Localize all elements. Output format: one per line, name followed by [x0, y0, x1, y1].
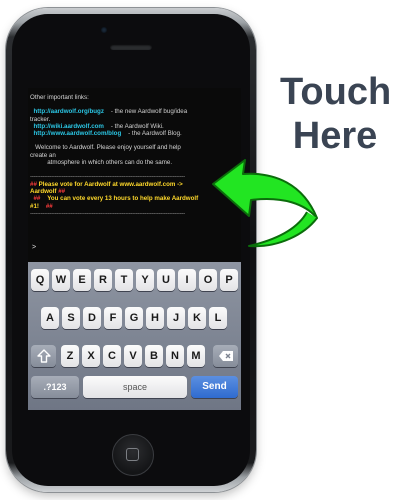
key-d[interactable]: D: [83, 307, 101, 329]
numbers-key[interactable]: .?123: [31, 376, 79, 398]
link-line: http://wiki.aardwolf.com - the Aardwolf …: [30, 123, 239, 130]
key-n[interactable]: N: [166, 345, 184, 367]
key-f[interactable]: F: [104, 307, 122, 329]
vote-text: #1!: [30, 202, 39, 210]
link-line: http://aardwolf.org/bugz - the new Aardw…: [30, 108, 239, 115]
link-line: http://www.aardwolf.com/blog - the Aardw…: [30, 130, 239, 137]
key-r[interactable]: R: [94, 269, 112, 291]
key-p[interactable]: P: [220, 269, 238, 291]
key-z[interactable]: Z: [61, 345, 79, 367]
key-w[interactable]: W: [52, 269, 70, 291]
touch-here-callout: Touch Here: [280, 70, 392, 158]
backspace-icon: [218, 351, 233, 361]
shift-key[interactable]: [31, 345, 56, 367]
terminal-link[interactable]: http://www.aardwolf.com/blog: [33, 130, 121, 137]
key-j[interactable]: J: [167, 307, 185, 329]
terminal-link[interactable]: http://aardwolf.org/bugz: [33, 108, 103, 115]
shift-arrow-icon: [36, 349, 51, 363]
vote-marks: ##: [30, 180, 37, 188]
key-t[interactable]: T: [115, 269, 133, 291]
key-s[interactable]: S: [62, 307, 80, 329]
onscreen-keyboard: QWERTYUIOP ASDFGHJKL ZXCVBNM .?123 space…: [28, 262, 241, 410]
key-o[interactable]: O: [199, 269, 217, 291]
front-camera-icon: [101, 27, 107, 33]
key-l[interactable]: L: [209, 307, 227, 329]
key-u[interactable]: U: [157, 269, 175, 291]
key-c[interactable]: C: [103, 345, 121, 367]
key-i[interactable]: I: [178, 269, 196, 291]
vote-text: You can vote every 13 hours to help make…: [47, 195, 199, 203]
delete-key[interactable]: [213, 345, 238, 367]
green-curved-arrow-icon: [212, 159, 318, 248]
link-description: - the new Aardwolf bug/idea: [110, 108, 188, 116]
terminal-text-line: Other important links:: [30, 94, 89, 101]
terminal-link[interactable]: http://wiki.aardwolf.com: [33, 123, 103, 130]
key-y[interactable]: Y: [136, 269, 154, 291]
home-square-icon: [126, 448, 139, 461]
key-e[interactable]: E: [73, 269, 91, 291]
key-a[interactable]: A: [41, 307, 59, 329]
space-key[interactable]: space: [83, 376, 187, 398]
touch-label-line1: Touch: [280, 71, 392, 113]
key-q[interactable]: Q: [31, 269, 49, 291]
key-b[interactable]: B: [145, 345, 163, 367]
vote-marks: ##: [58, 187, 66, 195]
vote-text: Please vote for Aardwolf at www.aardwolf…: [38, 180, 183, 188]
vote-text: Aardwolf: [30, 187, 57, 195]
key-g[interactable]: G: [125, 307, 143, 329]
home-button[interactable]: [112, 434, 154, 476]
vote-marks: ##: [45, 202, 53, 210]
key-h[interactable]: H: [146, 307, 164, 329]
vote-marks: ##: [33, 195, 41, 203]
send-key[interactable]: Send: [191, 376, 238, 398]
key-k[interactable]: K: [188, 307, 206, 329]
terminal-text-line: tracker.: [30, 115, 51, 123]
earpiece-speaker-icon: [110, 44, 152, 50]
key-m[interactable]: M: [187, 345, 205, 367]
key-x[interactable]: X: [82, 345, 100, 367]
link-description: - the Aardwolf Wiki.: [110, 122, 164, 130]
key-v[interactable]: V: [124, 345, 142, 367]
link-description: - the Aardwolf Blog.: [128, 130, 182, 138]
prompt-symbol: >: [32, 244, 37, 251]
